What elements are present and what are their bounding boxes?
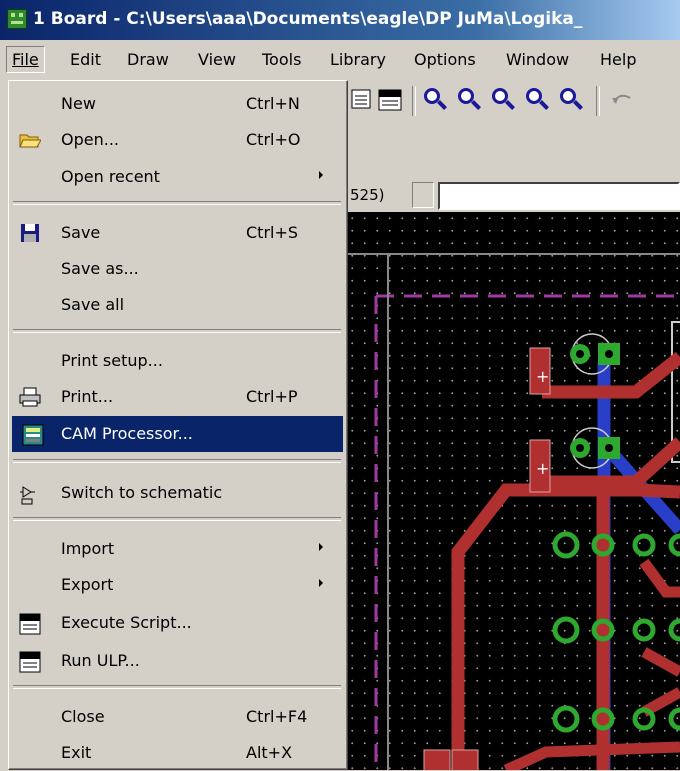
- menu-help[interactable]: Help: [600, 50, 636, 69]
- menu-item-label: Save: [61, 223, 101, 242]
- menu-item-export[interactable]: Export: [9, 567, 345, 603]
- menu-file[interactable]: File: [6, 46, 45, 73]
- smd-pad: [451, 749, 479, 770]
- cam-processor-icon: [22, 424, 44, 446]
- menu-item-shortcut: Ctrl+S: [246, 223, 299, 242]
- grid-indicator[interactable]: [412, 182, 434, 208]
- submenu-arrow-icon: [319, 579, 323, 587]
- schematic-switch-icon: [19, 483, 41, 505]
- menu-item-label: Save as...: [61, 259, 139, 278]
- command-line-input[interactable]: [438, 182, 680, 210]
- toolbar: [346, 76, 680, 130]
- menu-draw[interactable]: Draw: [127, 50, 169, 69]
- menu-separator: [13, 685, 341, 689]
- submenu-arrow-icon: [319, 543, 323, 551]
- menu-item-label: Exit: [61, 743, 92, 762]
- script-scr-icon: [19, 613, 41, 635]
- eagle-app-icon: [7, 9, 27, 29]
- menu-item-save[interactable]: Save Ctrl+S: [9, 215, 345, 251]
- menu-item-label: Print...: [61, 387, 114, 406]
- menu-item-label: CAM Processor...: [61, 424, 193, 443]
- svg-text:+: +: [536, 459, 549, 478]
- zoom-in-icon[interactable]: [456, 86, 484, 114]
- menu-item-shortcut: Ctrl+O: [246, 130, 301, 149]
- menu-item-label: New: [61, 94, 96, 113]
- menu-item-label: Import: [61, 539, 115, 558]
- menu-options[interactable]: Options: [414, 50, 476, 69]
- menu-item-print[interactable]: Print... Ctrl+P: [9, 379, 345, 415]
- menu-window[interactable]: Window: [506, 50, 569, 69]
- menu-item-switch-to-schematic[interactable]: Switch to schematic: [9, 475, 345, 511]
- menu-item-new[interactable]: New Ctrl+N: [9, 86, 345, 122]
- toolbar-separator: [412, 86, 416, 116]
- printer-icon: [19, 387, 41, 407]
- menu-library[interactable]: Library: [330, 50, 386, 69]
- menu-item-open-recent[interactable]: Open recent: [9, 159, 345, 195]
- menu-item-label: Run ULP...: [61, 651, 140, 670]
- menu-separator: [13, 329, 341, 333]
- menu-separator: [13, 459, 341, 463]
- menu-separator: [13, 517, 341, 521]
- zoom-redraw-icon[interactable]: [524, 86, 552, 114]
- toolbar-separator: [596, 86, 600, 116]
- menu-view[interactable]: View: [198, 50, 236, 69]
- menu-item-save-all[interactable]: Save all: [9, 287, 345, 323]
- menu-item-close[interactable]: Close Ctrl+F4: [9, 699, 345, 735]
- menu-item-shortcut: Alt+X: [246, 743, 293, 762]
- menu-item-label: Save all: [61, 295, 125, 314]
- menu-item-shortcut: Ctrl+N: [246, 94, 300, 113]
- top-trace: [639, 558, 680, 598]
- zoom-select-icon[interactable]: [558, 86, 586, 114]
- menu-item-exit[interactable]: Exit Alt+X: [9, 735, 345, 771]
- undo-icon[interactable]: [608, 86, 636, 114]
- menu-item-label: Export: [61, 575, 114, 594]
- menu-edit[interactable]: Edit: [70, 50, 101, 69]
- menu-tools[interactable]: Tools: [262, 50, 301, 69]
- window-title: 1 Board - C:\Users\aaa\Documents\eagle\D…: [33, 9, 583, 29]
- menu-item-save-as[interactable]: Save as...: [9, 251, 345, 287]
- folder-open-icon: [19, 130, 42, 150]
- menu-item-shortcut: Ctrl+F4: [246, 707, 308, 726]
- menu-item-label: Switch to schematic: [61, 483, 223, 502]
- menu-item-open[interactable]: Open... Ctrl+O: [9, 122, 345, 158]
- menu-item-print-setup[interactable]: Print setup...: [9, 343, 345, 379]
- floppy-disk-icon: [19, 223, 41, 243]
- zoom-fit-icon[interactable]: [422, 86, 450, 114]
- svg-text:+: +: [536, 367, 549, 386]
- board-canvas[interactable]: + +: [346, 212, 680, 770]
- menu-item-shortcut: Ctrl+P: [246, 387, 298, 406]
- menu-bar: File Edit Draw View Tools Library Option…: [0, 40, 680, 76]
- menu-separator: [13, 201, 341, 205]
- smd-pad: [423, 749, 451, 770]
- board-drawing: + +: [346, 253, 680, 770]
- top-trace: [641, 647, 680, 677]
- title-bar: 1 Board - C:\Users\aaa\Documents\eagle\D…: [0, 0, 680, 40]
- ulp-icon: [19, 651, 41, 673]
- top-trace: [503, 741, 680, 770]
- submenu-arrow-icon: [319, 171, 323, 179]
- menu-item-label: Print setup...: [61, 351, 163, 370]
- menu-item-label: Execute Script...: [61, 613, 192, 632]
- script-icon[interactable]: [348, 86, 376, 114]
- menu-item-run-ulp[interactable]: Run ULP...: [9, 643, 345, 679]
- zoom-out-icon[interactable]: [490, 86, 518, 114]
- status-row: 525): [346, 180, 680, 212]
- file-menu-dropdown: New Ctrl+N Open... Ctrl+O Open recent Sa…: [8, 80, 348, 770]
- menu-item-execute-script[interactable]: Execute Script...: [9, 605, 345, 641]
- menu-item-label: Open...: [61, 130, 119, 149]
- menu-item-cam-processor[interactable]: CAM Processor...: [12, 416, 343, 452]
- ulp-icon[interactable]: [376, 86, 404, 114]
- menu-item-label: Open recent: [61, 167, 160, 186]
- menu-item-label: Close: [61, 707, 105, 726]
- coordinate-display: 525): [346, 182, 408, 208]
- menu-file-label: File: [12, 50, 39, 69]
- menu-item-import[interactable]: Import: [9, 531, 345, 567]
